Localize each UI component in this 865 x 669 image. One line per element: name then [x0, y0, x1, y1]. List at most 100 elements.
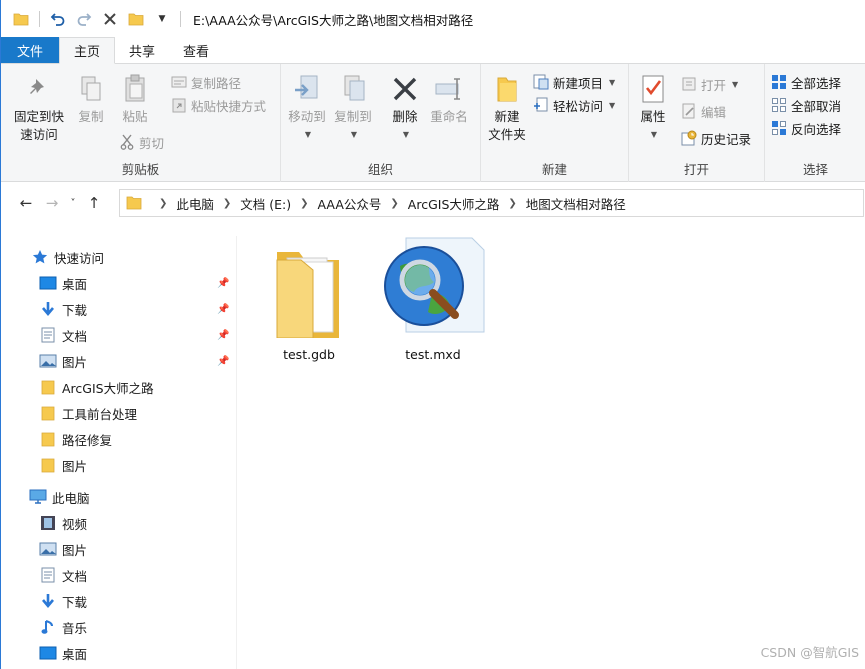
- nav-item-documents[interactable]: 文档 📌: [1, 324, 237, 346]
- clipboard-group: 固定到快 速访问 复制 粘贴 复制路径 粘贴快捷方式 剪切 剪贴板: [1, 64, 281, 182]
- pin-quick-access-button[interactable]: 固定到快 速访问: [9, 72, 69, 144]
- new-item-label: 新建项目: [553, 75, 604, 91]
- folder-icon[interactable]: [128, 11, 144, 27]
- explorer-window: ▼ E:\AAA公众号\ArcGIS大师之路\地图文档相对路径 文件 主页 共享…: [0, 0, 865, 669]
- new-item-button[interactable]: 新建项目 ▼: [533, 72, 615, 92]
- dropdown-arrow-icon: ▼: [402, 130, 410, 139]
- tab-home[interactable]: 主页: [59, 37, 116, 64]
- pin-icon[interactable]: 📌: [217, 330, 229, 341]
- download-icon: [39, 301, 57, 317]
- nav-item-pictures[interactable]: 图片: [1, 538, 237, 560]
- breadcrumb-item[interactable]: 文档 (E:): [240, 194, 291, 213]
- pin-icon[interactable]: 📌: [217, 278, 229, 289]
- file-item[interactable]: test.mxd: [378, 236, 488, 362]
- paste-shortcut-button[interactable]: 粘贴快捷方式: [171, 95, 266, 115]
- nav-item-tools[interactable]: 工具前台处理: [1, 402, 237, 424]
- breadcrumb-item[interactable]: 地图文档相对路径: [526, 194, 626, 213]
- edit-button[interactable]: 编辑: [681, 101, 726, 121]
- tab-file[interactable]: 文件: [1, 37, 59, 63]
- nav-item-documents[interactable]: 文档: [1, 564, 237, 586]
- copy-to-button[interactable]: 复制到 ▼: [331, 72, 375, 144]
- pin-icon[interactable]: 📌: [217, 304, 229, 315]
- address-bar[interactable]: ❯ 此电脑 ❯ 文档 (E:) ❯ AAA公众号 ❯ ArcGIS大师之路 ❯ …: [119, 189, 864, 217]
- chevron-right-icon[interactable]: ❯: [159, 198, 167, 209]
- nav-item-download[interactable]: 下载 📌: [1, 298, 237, 320]
- move-to-label: 移动到: [288, 109, 326, 124]
- recent-locations-icon[interactable]: ˅: [65, 198, 81, 209]
- nav-item-pictures[interactable]: 图片 📌: [1, 350, 237, 372]
- breadcrumb-item[interactable]: AAA公众号: [318, 194, 382, 213]
- undo-icon[interactable]: [50, 11, 66, 27]
- pin-quick-label-2: 速访问: [20, 127, 58, 142]
- open-button[interactable]: 打开 ▼: [681, 74, 738, 94]
- move-to-button[interactable]: 移动到 ▼: [285, 72, 329, 144]
- chevron-right-icon[interactable]: ❯: [300, 198, 308, 209]
- nav-label: 视频: [62, 516, 88, 532]
- dropdown-arrow-icon: ▼: [304, 130, 312, 139]
- nav-item-desktop[interactable]: 桌面 📌: [1, 272, 237, 294]
- cut-button[interactable]: 剪切: [119, 132, 164, 152]
- mxd-file-icon: [378, 236, 488, 341]
- music-icon: [39, 619, 57, 635]
- customize-toolbar-icon[interactable]: ▼: [154, 11, 170, 27]
- nav-item-arcgis[interactable]: ArcGIS大师之路: [1, 376, 237, 398]
- tab-view[interactable]: 查看: [169, 37, 223, 63]
- folder-icon: [39, 379, 57, 395]
- close-icon[interactable]: [102, 11, 118, 27]
- copy-path-button[interactable]: 复制路径: [171, 72, 241, 92]
- invert-selection-button[interactable]: 反向选择: [771, 118, 841, 138]
- ribbon-tabs: 文件 主页 共享 查看: [1, 37, 865, 64]
- breadcrumb-item[interactable]: 此电脑: [176, 194, 214, 213]
- nav-item-pictures-folder[interactable]: 图片: [1, 454, 237, 476]
- delete-icon: [389, 72, 421, 106]
- up-arrow-icon[interactable]: ↑: [81, 194, 107, 212]
- nav-item-desktop[interactable]: 桌面: [1, 642, 237, 664]
- desktop-icon: [39, 645, 57, 661]
- new-group-label: 新建: [541, 162, 567, 177]
- file-name: test.gdb: [283, 347, 335, 362]
- copy-button[interactable]: 复制: [71, 72, 111, 126]
- nav-label: 图片: [62, 458, 88, 474]
- chevron-right-icon[interactable]: ❯: [390, 198, 398, 209]
- nav-label: 桌面: [62, 276, 88, 292]
- forward-arrow-icon[interactable]: →: [39, 194, 65, 212]
- nav-this-pc[interactable]: 此电脑: [1, 486, 237, 508]
- copy-path-label: 复制路径: [191, 75, 242, 91]
- folder-icon: [39, 405, 57, 421]
- edit-icon: [681, 103, 697, 119]
- divider: [39, 11, 40, 27]
- desktop-icon: [39, 275, 57, 291]
- breadcrumb-item[interactable]: ArcGIS大师之路: [408, 194, 500, 213]
- document-icon: [39, 327, 57, 343]
- select-all-button[interactable]: 全部选择: [771, 72, 841, 92]
- tab-share[interactable]: 共享: [115, 37, 169, 63]
- history-button[interactable]: 历史记录: [681, 128, 751, 148]
- dropdown-arrow-icon: ▼: [609, 100, 616, 110]
- easy-access-button[interactable]: 轻松访问 ▼: [533, 95, 615, 115]
- nav-item-music[interactable]: 音乐: [1, 616, 237, 638]
- rename-button[interactable]: 重命名: [427, 72, 471, 126]
- redo-icon[interactable]: [76, 11, 92, 27]
- paste-button[interactable]: 粘贴: [115, 72, 155, 126]
- invert-selection-icon: [771, 120, 787, 136]
- nav-quick-access[interactable]: 快速访问: [1, 246, 237, 268]
- file-item[interactable]: test.gdb: [254, 238, 364, 362]
- history-icon: [681, 130, 697, 146]
- rename-label: 重命名: [430, 109, 468, 124]
- pin-icon[interactable]: 📌: [217, 356, 229, 367]
- nav-label: 图片: [62, 354, 88, 370]
- delete-button[interactable]: 删除 ▼: [387, 72, 423, 144]
- dropdown-arrow-icon: ▼: [732, 79, 739, 89]
- properties-button[interactable]: 属性 ▼: [635, 72, 671, 144]
- new-folder-button[interactable]: 新建 文件夹: [485, 72, 529, 144]
- copy-path-icon: [171, 74, 187, 90]
- computer-icon: [29, 489, 47, 505]
- back-arrow-icon[interactable]: ←: [13, 194, 39, 212]
- nav-item-videos[interactable]: 视频: [1, 512, 237, 534]
- chevron-right-icon[interactable]: ❯: [223, 198, 231, 209]
- nav-item-path-repair[interactable]: 路径修复: [1, 428, 237, 450]
- chevron-right-icon[interactable]: ❯: [508, 198, 516, 209]
- nav-item-download[interactable]: 下载: [1, 590, 237, 612]
- select-none-button[interactable]: 全部取消: [771, 95, 841, 115]
- open-group-label: 打开: [683, 162, 709, 177]
